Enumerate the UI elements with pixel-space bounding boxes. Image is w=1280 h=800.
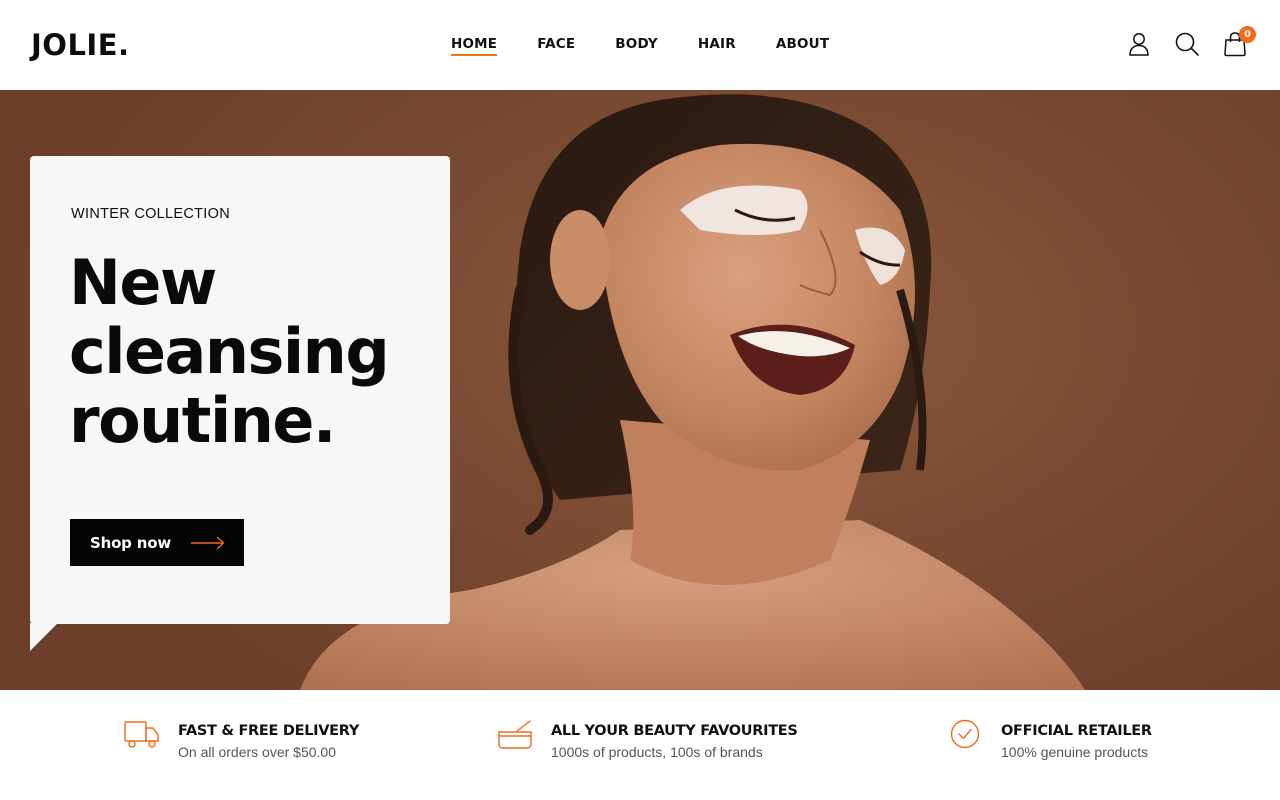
headline-line-1: New xyxy=(69,246,217,319)
feature-favourites: ALL YOUR BEAUTY FAVOURITES 1000s of prod… xyxy=(495,718,798,761)
feature-delivery: FAST & FREE DELIVERY On all orders over … xyxy=(122,718,359,761)
feature-subtitle: On all orders over $50.00 xyxy=(178,744,336,760)
nav-item-body[interactable]: BODY xyxy=(615,34,658,54)
promo-card-notch xyxy=(30,623,58,651)
hero-headline: New cleansing routine. xyxy=(69,248,439,455)
site-header: JOLIE. HOME FACE BODY HAIR ABOUT 0 xyxy=(0,0,1280,90)
feature-title: OFFICIAL RETAILER xyxy=(1001,723,1152,739)
promo-card: WINTER COLLECTION New cleansing routine.… xyxy=(30,156,450,624)
check-circle-icon xyxy=(945,718,985,758)
headline-line-3: routine. xyxy=(69,384,336,457)
feature-title: FAST & FREE DELIVERY xyxy=(178,723,360,739)
account-button[interactable] xyxy=(1126,30,1152,58)
feature-title: ALL YOUR BEAUTY FAVOURITES xyxy=(551,723,798,739)
search-button[interactable] xyxy=(1174,30,1200,58)
main-nav: HOME FACE BODY HAIR ABOUT xyxy=(451,34,829,56)
feature-retailer: OFFICIAL RETAILER 100% genuine products xyxy=(945,718,1152,761)
user-icon xyxy=(1129,33,1149,56)
feature-subtitle: 1000s of products, 100s of brands xyxy=(551,744,763,760)
nav-item-home[interactable]: HOME xyxy=(451,34,498,56)
cart-button[interactable]: 0 xyxy=(1222,26,1256,58)
search-icon xyxy=(1175,32,1199,56)
features-bar: FAST & FREE DELIVERY On all orders over … xyxy=(0,690,1280,800)
hero-banner: WINTER COLLECTION New cleansing routine.… xyxy=(0,90,1280,690)
cart-count-badge: 0 xyxy=(1239,26,1256,43)
shop-now-label: Shop now xyxy=(90,533,171,552)
nav-item-about[interactable]: ABOUT xyxy=(776,34,829,54)
arrow-right-icon xyxy=(191,535,225,550)
brand-logo[interactable]: JOLIE. xyxy=(31,28,130,62)
header-actions: 0 xyxy=(1126,26,1256,58)
collection-eyebrow: WINTER COLLECTION xyxy=(71,206,230,222)
cosmetics-jar-icon xyxy=(495,718,535,758)
shop-now-button[interactable]: Shop now xyxy=(70,519,244,566)
nav-item-face[interactable]: FACE xyxy=(537,34,575,54)
feature-subtitle: 100% genuine products xyxy=(1001,744,1149,760)
nav-item-hair[interactable]: HAIR xyxy=(698,34,736,54)
headline-line-2: cleansing xyxy=(69,315,390,388)
delivery-truck-icon xyxy=(122,718,162,758)
